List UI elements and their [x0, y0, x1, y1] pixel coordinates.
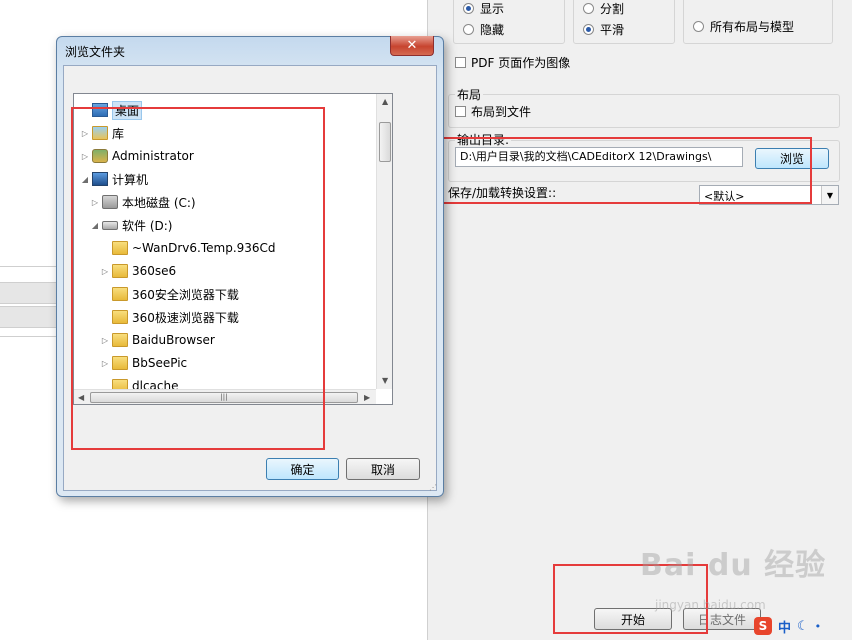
radio-hide[interactable]: 隐藏 — [463, 21, 504, 38]
ok-button[interactable]: 确定 — [266, 458, 339, 480]
radio-dot — [583, 24, 594, 35]
baidu-watermark-url: jingyan.baidu.com — [655, 598, 766, 612]
radio-show[interactable]: 显示 — [463, 0, 504, 17]
vertical-scrollbar[interactable]: ▲ ▼ — [376, 94, 392, 389]
scroll-up-icon[interactable]: ▲ — [382, 97, 388, 106]
layout-group-label: 布局 — [455, 86, 484, 103]
checkbox-box — [455, 57, 466, 68]
radio-dot — [463, 24, 474, 35]
close-icon: ✕ — [406, 38, 418, 53]
baidu-watermark: Bai du 经验 — [640, 548, 827, 583]
annotation-box-output-dir — [424, 137, 812, 204]
ime-logo-icon[interactable]: S — [754, 617, 772, 635]
radio-smooth[interactable]: 平滑 — [583, 21, 624, 38]
checkbox-pdf-as-image[interactable]: PDF 页面作为图像 — [455, 54, 570, 71]
scroll-down-icon[interactable]: ▼ — [382, 376, 388, 385]
vertical-scroll-thumb[interactable] — [379, 122, 391, 162]
radio-dot — [463, 3, 474, 14]
close-button[interactable]: ✕ — [390, 36, 434, 56]
cancel-button[interactable]: 取消 — [346, 458, 420, 480]
moon-icon[interactable]: ☾ — [797, 619, 809, 634]
radio-all-layouts[interactable]: 所有布局与模型 — [693, 18, 794, 35]
radio-dot — [693, 21, 704, 32]
radio-dot — [583, 3, 594, 14]
resize-grip-icon[interactable]: ⋰ — [429, 483, 437, 492]
chevron-down-icon: ▼ — [821, 186, 838, 204]
checkbox-box — [455, 106, 466, 117]
browse-folder-dialog: 浏览文件夹 ✕ 桌面 ▷ 库 ▷ Administrator ◢ 计算机 ▷ 本… — [56, 36, 444, 497]
scroll-right-icon[interactable]: ▶ — [364, 393, 370, 402]
annotation-box-folder-tree — [71, 107, 325, 450]
radio-split[interactable]: 分割 — [583, 0, 624, 17]
dot-icon[interactable]: • — [815, 620, 822, 633]
dialog-title: 浏览文件夹 — [65, 45, 126, 59]
system-tray: S 中 ☾ • — [754, 612, 852, 640]
ime-mode-indicator[interactable]: 中 — [778, 617, 791, 636]
checkbox-layout-to-file[interactable]: 布局到文件 — [455, 103, 531, 120]
